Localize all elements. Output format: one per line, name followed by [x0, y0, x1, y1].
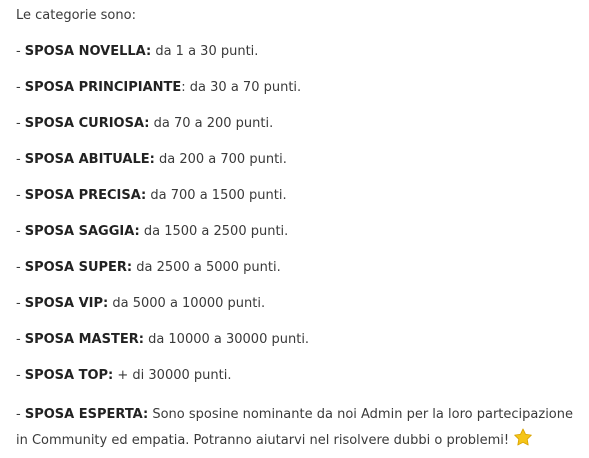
category-name: SPOSA NOVELLA: — [24, 44, 152, 59]
category-name: SPOSA PRINCIPIANTE — [24, 80, 182, 95]
dash-bullet: - — [16, 116, 21, 131]
list-item: - SPOSA MASTER: da 10000 a 30000 punti. — [16, 330, 576, 366]
category-name: SPOSA MASTER: — [24, 332, 144, 347]
category-name: SPOSA SAGGIA: — [24, 224, 140, 239]
category-name: SPOSA SUPER: — [24, 260, 133, 275]
list-item: - SPOSA NOVELLA: da 1 a 30 punti. — [16, 42, 576, 78]
list-item: - SPOSA PRECISA: da 700 a 1500 punti. — [16, 186, 576, 222]
list-item: - SPOSA PRINCIPIANTE: da 30 a 70 punti. — [16, 78, 576, 114]
dash-bullet: - — [16, 332, 21, 347]
category-name: SPOSA CURIOSA: — [24, 116, 150, 131]
category-range: da 1500 a 2500 punti. — [143, 224, 289, 239]
category-range: + di 30000 punti. — [117, 368, 232, 383]
category-name: SPOSA TOP: — [24, 368, 114, 383]
dash-bullet: - — [16, 44, 21, 59]
category-range: da 1 a 30 punti. — [155, 44, 259, 59]
list-item: - SPOSA SAGGIA: da 1500 a 2500 punti. — [16, 222, 576, 258]
category-range: da 200 a 700 punti. — [159, 152, 287, 167]
dash-bullet: - — [16, 152, 21, 167]
list-item: - SPOSA SUPER: da 2500 a 5000 punti. — [16, 258, 576, 294]
category-range: da 10000 a 30000 punti. — [148, 332, 310, 347]
dash-bullet: - — [16, 368, 21, 383]
category-range: da 70 a 200 punti. — [153, 116, 274, 131]
category-range: : da 30 a 70 punti. — [181, 80, 302, 95]
list-item: - SPOSA CURIOSA: da 70 a 200 punti. — [16, 114, 576, 150]
category-name: SPOSA PRECISA: — [24, 188, 147, 203]
dash-bullet: - — [16, 80, 21, 95]
star-icon — [513, 428, 533, 447]
category-range: da 700 a 1500 punti. — [150, 188, 287, 203]
category-name: SPOSA VIP: — [24, 296, 109, 311]
dash-bullet: - — [16, 407, 21, 422]
category-range: da 2500 a 5000 punti. — [136, 260, 281, 275]
list-item: - SPOSA VIP: da 5000 a 10000 punti. — [16, 294, 576, 330]
intro-text: Le categorie sono: — [16, 8, 136, 23]
category-name: SPOSA ABITUALE: — [24, 152, 155, 167]
dash-bullet: - — [16, 224, 21, 239]
category-name: SPOSA ESPERTA: — [24, 407, 149, 422]
list-item: - SPOSA TOP: + di 30000 punti. — [16, 366, 576, 402]
list-item: - SPOSA ABITUALE: da 200 a 700 punti. — [16, 150, 576, 186]
dash-bullet: - — [16, 260, 21, 275]
category-range: da 5000 a 10000 punti. — [112, 296, 266, 311]
dash-bullet: - — [16, 188, 21, 203]
esperta-paragraph: - SPOSA ESPERTA: Sono sposine nominante … — [16, 402, 576, 454]
dash-bullet: - — [16, 296, 21, 311]
category-list: - SPOSA NOVELLA: da 1 a 30 punti. - SPOSA … — [16, 42, 576, 402]
